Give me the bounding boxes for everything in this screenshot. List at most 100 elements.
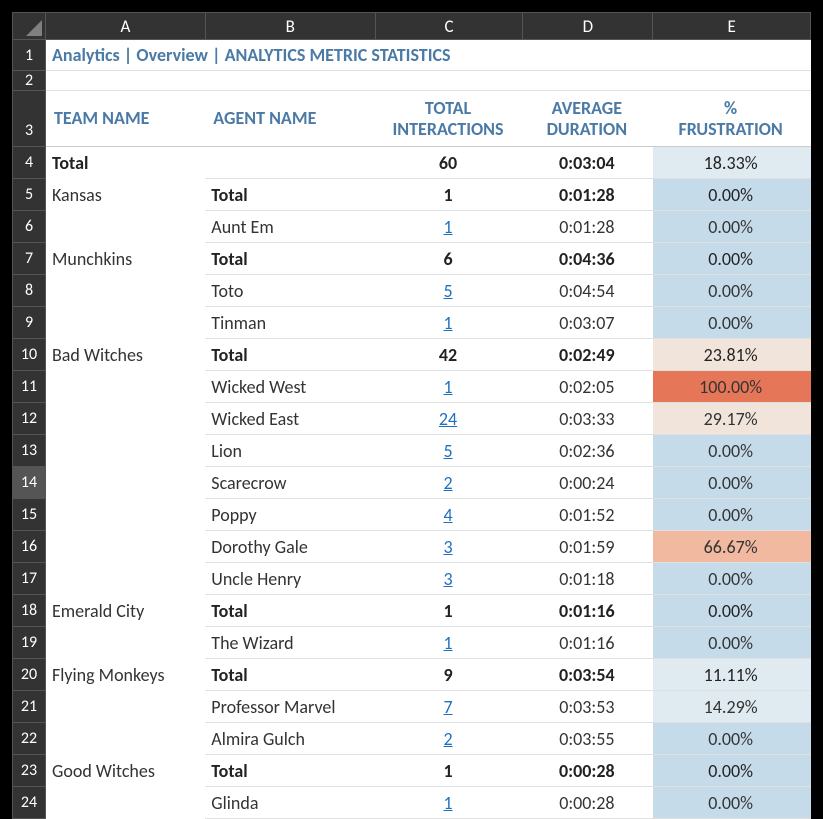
cell-agent[interactable]: Glinda xyxy=(205,787,375,819)
row-header-20[interactable]: 20 xyxy=(13,659,46,691)
row-header-17[interactable]: 17 xyxy=(13,563,46,595)
cell-duration[interactable]: 0:01:52 xyxy=(523,499,653,531)
row-header-4[interactable]: 4 xyxy=(13,147,46,179)
cell-duration[interactable]: 0:03:33 xyxy=(523,403,653,435)
cell-frustration[interactable]: 0.00% xyxy=(653,595,811,627)
cell-duration[interactable]: 0:02:05 xyxy=(523,371,653,403)
header-total-interactions[interactable]: TOTALINTERACTIONS xyxy=(375,91,523,147)
cell-frustration[interactable]: 0.00% xyxy=(653,755,811,787)
cell-team[interactable] xyxy=(46,403,206,435)
cell-duration[interactable]: 0:01:59 xyxy=(523,531,653,563)
row-header-3[interactable]: 3 xyxy=(13,91,46,147)
cell-interactions[interactable]: 3 xyxy=(375,563,523,595)
col-header-A[interactable]: A xyxy=(46,13,206,40)
cell-interactions[interactable]: 24 xyxy=(375,403,523,435)
cell-agent[interactable]: Wicked West xyxy=(205,371,375,403)
header-frustration[interactable]: %FRUSTRATION xyxy=(653,91,811,147)
cell-team[interactable]: Flying Monkeys xyxy=(46,659,206,691)
cell-frustration[interactable]: 0.00% xyxy=(653,467,811,499)
cell-frustration[interactable]: 0.00% xyxy=(653,243,811,275)
cell-duration[interactable]: 0:04:54 xyxy=(523,275,653,307)
col-header-D[interactable]: D xyxy=(523,13,653,40)
cell-team[interactable] xyxy=(46,435,206,467)
cell-agent[interactable]: Tinman xyxy=(205,307,375,339)
cell-interactions[interactable]: 1 xyxy=(375,371,523,403)
col-header-E[interactable]: E xyxy=(653,13,811,40)
cell-interactions[interactable]: 2 xyxy=(375,467,523,499)
cell-agent[interactable]: Scarecrow xyxy=(205,467,375,499)
cell-agent[interactable]: Toto xyxy=(205,275,375,307)
cell-interactions[interactable]: 1 xyxy=(375,307,523,339)
cell-interactions[interactable]: 4 xyxy=(375,499,523,531)
cell-interactions[interactable]: 1 xyxy=(375,211,523,243)
cell-agent[interactable]: Total xyxy=(205,755,375,787)
cell-team[interactable] xyxy=(46,723,206,755)
cell-agent[interactable]: Aunt Em xyxy=(205,211,375,243)
header-team-name[interactable]: TEAM NAME xyxy=(46,91,206,147)
cell-duration[interactable]: 0:01:16 xyxy=(523,595,653,627)
cell-frustration[interactable]: 11.11% xyxy=(653,659,811,691)
cell-team[interactable] xyxy=(46,691,206,723)
cell-frustration[interactable]: 0.00% xyxy=(653,563,811,595)
cell-agent[interactable]: Dorothy Gale xyxy=(205,531,375,563)
cell-duration[interactable]: 0:04:36 xyxy=(523,243,653,275)
cell-frustration[interactable]: 0.00% xyxy=(653,627,811,659)
row-header-8[interactable]: 8 xyxy=(13,275,46,307)
cell-duration[interactable]: 0:01:18 xyxy=(523,563,653,595)
row-header-1[interactable]: 1 xyxy=(13,40,46,71)
row-header-2[interactable]: 2 xyxy=(13,71,46,91)
page-title[interactable]: Analytics | Overview | ANALYTICS METRIC … xyxy=(46,40,811,71)
cell-team[interactable] xyxy=(46,563,206,595)
row-header-9[interactable]: 9 xyxy=(13,307,46,339)
row-header-5[interactable]: 5 xyxy=(13,179,46,211)
row-header-14[interactable]: 14 xyxy=(13,467,46,499)
cell-team[interactable]: Emerald City xyxy=(46,595,206,627)
cell-frustration[interactable]: 0.00% xyxy=(653,211,811,243)
cell-interactions[interactable]: 42 xyxy=(375,339,523,371)
cell-agent[interactable]: Total xyxy=(205,659,375,691)
cell-frustration[interactable]: 0.00% xyxy=(653,723,811,755)
cell-duration[interactable]: 0:01:28 xyxy=(523,211,653,243)
cell-agent[interactable]: Total xyxy=(205,339,375,371)
spreadsheet-grid[interactable]: { "columns": ["A","B","C","D","E"], "tit… xyxy=(12,12,811,819)
cell-interactions[interactable]: 1 xyxy=(375,595,523,627)
cell-team[interactable] xyxy=(46,307,206,339)
cell-team[interactable] xyxy=(46,371,206,403)
cell-frustration[interactable]: 0.00% xyxy=(653,179,811,211)
cell-interactions[interactable]: 9 xyxy=(375,659,523,691)
cell-team[interactable] xyxy=(46,531,206,563)
cell-duration[interactable]: 0:03:07 xyxy=(523,307,653,339)
row-header-21[interactable]: 21 xyxy=(13,691,46,723)
cell-agent[interactable]: Total xyxy=(205,179,375,211)
cell-duration[interactable]: 0:01:28 xyxy=(523,179,653,211)
cell-interactions[interactable]: 60 xyxy=(375,147,523,179)
cell-duration[interactable]: 0:00:24 xyxy=(523,467,653,499)
cell-frustration[interactable]: 0.00% xyxy=(653,307,811,339)
cell-frustration[interactable]: 29.17% xyxy=(653,403,811,435)
cell-team[interactable] xyxy=(46,275,206,307)
row-header-24[interactable]: 24 xyxy=(13,787,46,819)
row-header-12[interactable]: 12 xyxy=(13,403,46,435)
row-header-18[interactable]: 18 xyxy=(13,595,46,627)
cell-duration[interactable]: 0:01:16 xyxy=(523,627,653,659)
cell-team[interactable] xyxy=(46,467,206,499)
cell-team[interactable]: Kansas xyxy=(46,179,206,211)
row-header-7[interactable]: 7 xyxy=(13,243,46,275)
cell-team[interactable] xyxy=(46,627,206,659)
cell-agent[interactable]: Professor Marvel xyxy=(205,691,375,723)
cell-duration[interactable]: 0:03:53 xyxy=(523,691,653,723)
cell-frustration[interactable]: 0.00% xyxy=(653,787,811,819)
cell-duration[interactable]: 0:03:04 xyxy=(523,147,653,179)
cell-agent[interactable]: Lion xyxy=(205,435,375,467)
cell-agent[interactable]: Poppy xyxy=(205,499,375,531)
cell-frustration[interactable]: 100.00% xyxy=(653,371,811,403)
cell-frustration[interactable]: 66.67% xyxy=(653,531,811,563)
cell-frustration[interactable]: 23.81% xyxy=(653,339,811,371)
col-header-C[interactable]: C xyxy=(375,13,523,40)
row-header-22[interactable]: 22 xyxy=(13,723,46,755)
cell-interactions[interactable]: 3 xyxy=(375,531,523,563)
header-agent-name[interactable]: AGENT NAME xyxy=(205,91,375,147)
cell-duration[interactable]: 0:00:28 xyxy=(523,787,653,819)
cell-interactions[interactable]: 1 xyxy=(375,179,523,211)
cell-team[interactable] xyxy=(46,211,206,243)
